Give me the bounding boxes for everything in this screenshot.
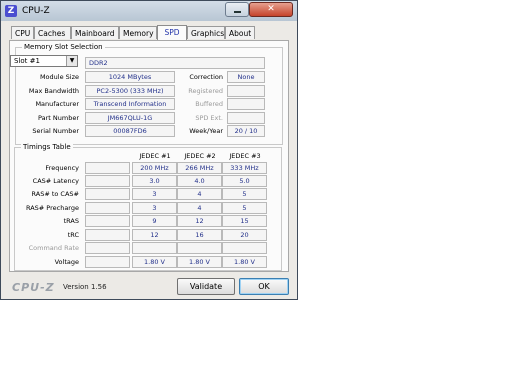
timing-cell: 1.80 V	[132, 256, 177, 268]
timing-cell: 4	[177, 188, 222, 200]
timing-cell: 5	[222, 202, 267, 214]
slot-select[interactable]: Slot #1 ▼	[10, 55, 78, 67]
timing-cell	[132, 242, 177, 254]
timing-cell: 12	[132, 229, 177, 241]
timing-cell: 5	[222, 188, 267, 200]
max-bandwidth-value: PC2-5300 (333 MHz)	[85, 85, 175, 97]
timing-label: tRAS	[63, 217, 79, 225]
tab-about[interactable]: About	[225, 26, 255, 39]
timing-cell	[222, 242, 267, 254]
registered-label: Registered	[188, 87, 223, 95]
ok-button[interactable]: OK	[239, 278, 289, 295]
window-title: CPU-Z	[22, 6, 50, 16]
spd-ext-value	[227, 112, 265, 124]
week-year-label: Week/Year	[189, 127, 223, 135]
serial-number-value: 00087FD6	[85, 125, 175, 137]
serial-number-label: Serial Number	[32, 127, 79, 135]
part-number-label: Part Number	[37, 114, 79, 122]
timing-cell: 3	[132, 202, 177, 214]
timing-cell: 3.0	[132, 175, 177, 187]
chevron-down-icon[interactable]: ▼	[66, 56, 77, 66]
timing-cell: 3	[132, 188, 177, 200]
timing-cell: 9	[132, 215, 177, 227]
timing-label: RAS# Precharge	[25, 204, 79, 212]
timing-empty-cell	[85, 256, 130, 268]
tab-cpu[interactable]: CPU	[11, 26, 34, 39]
timing-label: Frequency	[45, 164, 79, 172]
timing-empty-cell	[85, 242, 130, 254]
timings-group-title: Timings Table	[21, 143, 73, 151]
col-jedec3-header: JEDEC #3	[229, 152, 261, 160]
cpuz-logo: CPU-Z	[12, 281, 55, 294]
timing-cell: 4	[177, 202, 222, 214]
spd-ext-label: SPD Ext.	[195, 114, 223, 122]
title-bar[interactable]: Z CPU-Z ✕	[1, 1, 297, 21]
col-jedec1-header: JEDEC #1	[139, 152, 171, 160]
max-bandwidth-label: Max Bandwidth	[28, 87, 79, 95]
tab-spd[interactable]: SPD	[157, 25, 187, 40]
timing-label: Voltage	[54, 258, 79, 266]
manufacturer-value: Transcend Information	[85, 98, 175, 110]
registered-value	[227, 85, 265, 97]
timing-cell: 20	[222, 229, 267, 241]
timing-cell: 4.0	[177, 175, 222, 187]
timing-empty-cell	[85, 162, 130, 174]
correction-value: None	[227, 71, 265, 83]
slot-select-value: Slot #1	[14, 57, 40, 65]
memory-type-field: DDR2	[85, 57, 265, 69]
timing-cell: 1.80 V	[222, 256, 267, 268]
tab-caches[interactable]: Caches	[34, 26, 71, 39]
timing-cell	[177, 242, 222, 254]
module-size-label: Module Size	[39, 73, 79, 81]
timing-empty-cell	[85, 188, 130, 200]
timing-cell: 200 MHz	[132, 162, 177, 174]
timing-empty-cell	[85, 229, 130, 241]
version-label: Version 1.56	[63, 283, 107, 291]
cpuz-app-icon: Z	[5, 5, 17, 17]
timing-cell: 266 MHz	[177, 162, 222, 174]
week-year-value: 20 / 10	[227, 125, 265, 137]
memory-slot-group-title: Memory Slot Selection	[22, 43, 105, 51]
timing-empty-cell	[85, 175, 130, 187]
tab-graphics[interactable]: Graphics	[187, 26, 225, 39]
timing-label: tRC	[67, 231, 79, 239]
timing-label: RAS# to CAS#	[31, 190, 80, 198]
timing-empty-cell	[85, 202, 130, 214]
timing-cell: 333 MHz	[222, 162, 267, 174]
correction-label: Correction	[189, 73, 223, 81]
timing-label: Command Rate	[28, 244, 79, 252]
timing-cell: 5.0	[222, 175, 267, 187]
cpuz-window: Z CPU-Z ✕ CPU Caches Mainboard Memory SP…	[0, 0, 298, 300]
close-button[interactable]: ✕	[249, 2, 293, 17]
timing-cell: 1.80 V	[177, 256, 222, 268]
validate-button[interactable]: Validate	[177, 278, 235, 295]
minimize-button[interactable]	[225, 2, 249, 17]
timing-empty-cell	[85, 215, 130, 227]
module-size-value: 1024 MBytes	[85, 71, 175, 83]
manufacturer-label: Manufacturer	[35, 100, 79, 108]
col-jedec2-header: JEDEC #2	[184, 152, 216, 160]
buffered-label: Buffered	[195, 100, 223, 108]
timing-cell: 16	[177, 229, 222, 241]
tab-mainboard[interactable]: Mainboard	[71, 26, 119, 39]
part-number-value: JM667QLU-1G	[85, 112, 175, 124]
buffered-value	[227, 98, 265, 110]
timing-cell: 12	[177, 215, 222, 227]
timing-cell: 15	[222, 215, 267, 227]
timing-label: CAS# Latency	[32, 177, 79, 185]
tab-memory[interactable]: Memory	[119, 26, 157, 39]
